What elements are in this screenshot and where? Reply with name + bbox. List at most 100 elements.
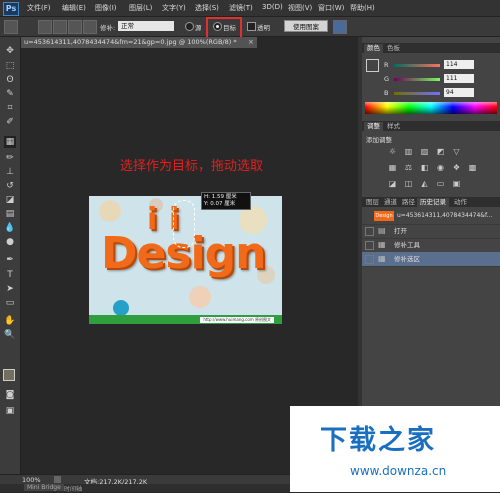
menu-edit[interactable]: 编辑(E) (62, 3, 86, 13)
levels-icon[interactable]: ▥ (404, 147, 413, 156)
tab-history[interactable]: 历史记录 (417, 198, 449, 207)
bw-icon[interactable]: ◧ (420, 163, 429, 172)
tab-swatches[interactable]: 色板 (384, 44, 403, 53)
menu-help[interactable]: 帮助(H) (350, 3, 375, 13)
color-fg-swatch[interactable] (366, 59, 379, 72)
tab-actions[interactable]: 动作 (451, 198, 470, 207)
channel-mixer-icon[interactable]: ❖ (452, 163, 461, 172)
patch-selection[interactable] (173, 200, 195, 248)
stamp-tool-icon[interactable]: ⊥ (4, 166, 16, 178)
history-panel-tabs: 图层 通道 路径 历史记录 动作 (362, 197, 500, 207)
transparent-checkbox[interactable] (247, 22, 256, 31)
menu-file[interactable]: 文件(F) (27, 3, 51, 13)
history-item[interactable]: ▦ 修补工具 (362, 238, 500, 253)
tab-adjustments[interactable]: 调整 (364, 122, 383, 131)
color-lookup-icon[interactable]: ▩ (468, 163, 477, 172)
image-url-strip: http://www.huimang.com 原创图文 (200, 317, 274, 323)
patch-tool-icon[interactable]: ▦ (4, 136, 16, 148)
b-value[interactable]: 94 (444, 88, 474, 97)
tab-paths[interactable]: 路径 (399, 198, 418, 207)
history-item-selected[interactable]: ▦ 修补选区 (362, 252, 500, 267)
r-label: R (384, 61, 389, 69)
tab-color[interactable]: 颜色 (364, 44, 383, 53)
status-icon[interactable] (54, 476, 61, 483)
watermark: 下载之家 www.downza.cn (290, 406, 500, 492)
photo-filter-icon[interactable]: ◉ (436, 163, 445, 172)
zoom-level[interactable]: 100% (22, 476, 41, 484)
exposure-icon[interactable]: ◩ (436, 147, 445, 156)
move-tool-icon[interactable]: ✥ (4, 45, 16, 57)
source-radio[interactable] (185, 22, 194, 31)
g-slider[interactable] (394, 78, 440, 81)
history-checkbox[interactable] (365, 227, 374, 236)
history-checkbox[interactable] (365, 241, 374, 250)
history-item-label: 打开 (394, 227, 407, 235)
pen-tool-icon[interactable]: ✒ (4, 254, 16, 266)
b-slider[interactable] (394, 92, 440, 95)
menu-view[interactable]: 视图(V) (288, 3, 312, 13)
menu-filter[interactable]: 滤镜(T) (229, 3, 253, 13)
marquee-tool-icon[interactable]: ⬚ (4, 60, 16, 72)
new-selection-icon[interactable] (38, 20, 52, 34)
crop-tool-icon[interactable]: ⌗ (4, 102, 16, 114)
threshold-icon[interactable]: ◭ (420, 179, 429, 188)
lasso-tool-icon[interactable]: ʘ (4, 74, 16, 86)
menu-type[interactable]: 文字(Y) (162, 3, 186, 13)
foreground-color-swatch[interactable] (3, 369, 15, 381)
history-item[interactable]: ▤ 打开 (362, 224, 500, 239)
adjust-panel-tabs: 调整 样式 (362, 121, 500, 131)
tab-mini-bridge[interactable]: Mini Bridge (24, 484, 64, 491)
posterize-icon[interactable]: ◫ (404, 179, 413, 188)
gradient-tool-icon[interactable]: ▤ (4, 208, 16, 220)
history-checkbox[interactable] (365, 255, 374, 264)
add-selection-icon[interactable] (53, 20, 67, 34)
selective-color-icon[interactable]: ▣ (452, 179, 461, 188)
document-tab[interactable]: u=453614311,4078434474&fm=21&gp=0.jpg @ … (21, 37, 257, 48)
gradient-map-icon[interactable]: ▭ (436, 179, 445, 188)
screen-mode-icon[interactable]: ▣ (4, 405, 16, 417)
vibrance-icon[interactable]: ▽ (452, 147, 461, 156)
color-balance-icon[interactable]: ⚖ (404, 163, 413, 172)
quick-mask-icon[interactable]: ◙ (4, 389, 16, 401)
history-brush-icon[interactable]: ↺ (4, 180, 16, 192)
hand-tool-icon[interactable]: ✋ (4, 315, 16, 327)
menu-layer[interactable]: 图层(L) (129, 3, 152, 13)
type-tool-icon[interactable]: T (4, 269, 16, 281)
instruction-annotation: 选择作为目标，拖动选取 (120, 159, 264, 174)
menu-select[interactable]: 选择(S) (195, 3, 219, 13)
zoom-tool-icon[interactable]: 🔍 (4, 329, 16, 341)
intersect-selection-icon[interactable] (83, 20, 97, 34)
subtract-selection-icon[interactable] (68, 20, 82, 34)
eyedropper-icon[interactable]: ✐ (4, 116, 16, 128)
pattern-picker-icon[interactable] (333, 20, 347, 34)
eraser-tool-icon[interactable]: ◪ (4, 194, 16, 206)
g-value[interactable]: 111 (444, 74, 474, 83)
source-label: 源 (195, 24, 202, 32)
menu-3d[interactable]: 3D(D) (262, 3, 283, 11)
menu-window[interactable]: 窗口(W) (318, 3, 344, 13)
r-value[interactable]: 114 (444, 60, 474, 69)
blur-tool-icon[interactable]: 💧 (4, 222, 16, 234)
document-icon: ▤ (378, 226, 386, 235)
mode-select[interactable]: 正常 (118, 21, 174, 31)
history-snapshot[interactable]: Design u=453614311,4078434474&f... (362, 208, 500, 225)
path-select-icon[interactable]: ➤ (4, 283, 16, 295)
curves-icon[interactable]: ▨ (420, 147, 429, 156)
shape-tool-icon[interactable]: ▭ (4, 297, 16, 309)
g-label: G (384, 75, 390, 83)
tool-preset-icon[interactable] (4, 20, 18, 34)
tab-layers[interactable]: 图层 (363, 198, 382, 207)
menu-image[interactable]: 图像(I) (95, 3, 117, 13)
hue-icon[interactable]: ▦ (388, 163, 397, 172)
r-slider[interactable] (394, 64, 440, 67)
dodge-tool-icon[interactable]: ● (4, 236, 16, 248)
bubble (113, 300, 129, 316)
quick-select-icon[interactable]: ✎ (4, 88, 16, 100)
use-pattern-button[interactable]: 使用图案 (284, 20, 328, 32)
brightness-icon[interactable]: ☼ (388, 147, 397, 156)
tab-channels[interactable]: 通道 (381, 198, 400, 207)
tab-styles[interactable]: 样式 (384, 122, 403, 131)
invert-icon[interactable]: ◪ (388, 179, 397, 188)
brush-tool-icon[interactable]: ✏ (4, 152, 16, 164)
close-tab-icon[interactable]: × (248, 38, 254, 46)
